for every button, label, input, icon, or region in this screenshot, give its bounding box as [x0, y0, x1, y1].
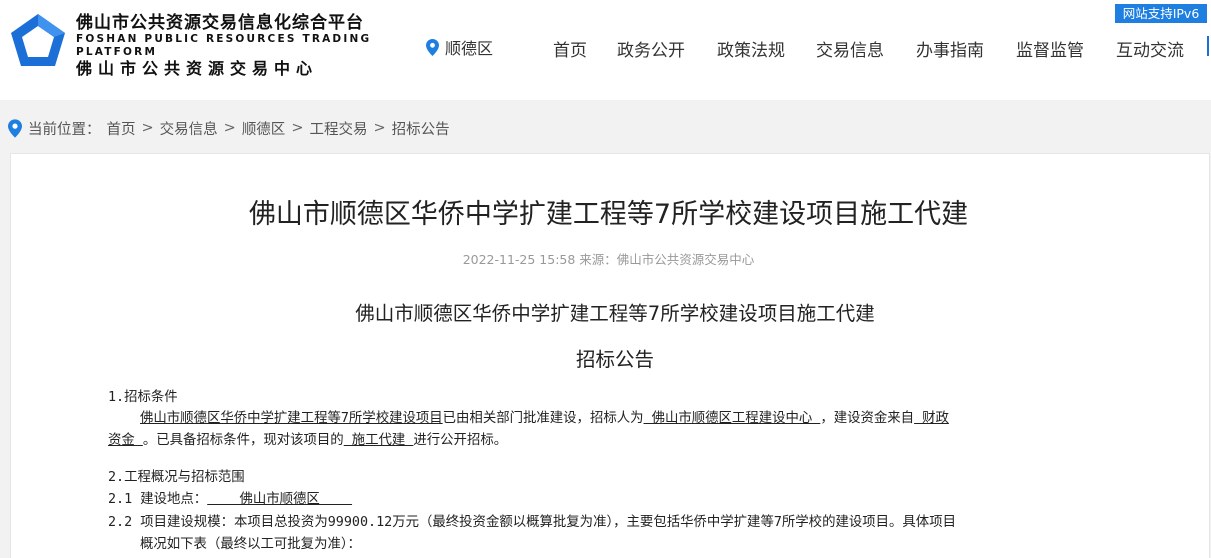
- location-label: 顺德区: [445, 39, 494, 58]
- location-selector[interactable]: 顺德区: [426, 37, 494, 58]
- section2-heading: 2.工程概况与招标范围: [108, 470, 245, 485]
- breadcrumb-home[interactable]: 首页: [107, 118, 136, 139]
- breadcrumb: 当前位置： 首页 > 交易信息 > 顺德区 > 工程交易 > 招标公告: [8, 117, 450, 139]
- text: ，建设资金来自: [820, 411, 915, 426]
- breadcrumb-separator: >: [291, 120, 304, 136]
- breadcrumb-separator: >: [373, 120, 386, 136]
- platform-logo-icon[interactable]: [8, 12, 68, 70]
- logo-subtitle-cn: 佛山市公共资源交易中心: [76, 59, 319, 78]
- content-title: 佛山市顺德区华侨中学扩建工程等7所学校建设项目施工代建: [355, 302, 875, 325]
- nav-policy[interactable]: 政策法规: [717, 36, 785, 61]
- breadcrumb-separator: >: [223, 120, 236, 136]
- logo-title-en: FOSHAN PUBLIC RESOURCES TRADING PLATFORM: [76, 33, 372, 58]
- breadcrumb-shunde[interactable]: 顺德区: [242, 118, 286, 139]
- tenderer-name: 佛山市顺德区工程建设中心: [643, 411, 821, 426]
- section21-line: 2.1 建设地点： 佛山市顺德区: [108, 489, 352, 511]
- breadcrumb-separator: >: [141, 120, 154, 136]
- section22-line1: 2.2 项目建设规模：本项目总投资为99900.12万元（最终投资金额以概算批复…: [108, 515, 956, 530]
- site-header: 佛山市公共资源交易信息化综合平台 FOSHAN PUBLIC RESOURCES…: [0, 0, 1211, 100]
- content-subtitle: 招标公告: [575, 348, 654, 371]
- nav-home[interactable]: 首页: [553, 36, 587, 61]
- text: 已由相关部门批准建设，招标人为: [442, 411, 644, 426]
- nav-trading-info[interactable]: 交易信息: [816, 36, 884, 61]
- text: 进行公开招标。: [413, 433, 508, 448]
- fund-source: 财政: [914, 411, 949, 426]
- logo-text[interactable]: 佛山市公共资源交易信息化综合平台 FOSHAN PUBLIC RESOURCES…: [76, 13, 406, 79]
- section1-heading: 1.招标条件: [108, 390, 178, 405]
- section22-line2: 概况如下表（最终以工可批复为准）：: [140, 537, 361, 552]
- text: 。已具备招标条件，现对该项目的: [142, 433, 344, 448]
- location-value: 佛山市顺德区: [207, 492, 353, 507]
- section1-line2: 资金 。已具备招标条件，现对该项目的 施工代建 进行公开招标。: [108, 430, 507, 452]
- nav-gov-affairs[interactable]: 政务公开: [617, 36, 685, 61]
- breadcrumb-tender-notice[interactable]: 招标公告: [392, 118, 450, 139]
- article-meta: 2022-11-25 15:58 来源：佛山市公共资源交易中心: [462, 252, 755, 267]
- tender-content: 施工代建: [343, 433, 414, 448]
- article-title: 佛山市顺德区华侨中学扩建工程等7所学校建设项目施工代建: [248, 199, 969, 230]
- breadcrumb-engineering[interactable]: 工程交易: [309, 118, 367, 139]
- breadcrumb-prefix: 当前位置：: [28, 121, 101, 138]
- nav-divider: [1207, 36, 1209, 56]
- project-name: 佛山市顺德区华侨中学扩建工程等7所学校建设项目: [140, 411, 443, 426]
- fund-source-cont: 资金: [108, 433, 143, 448]
- nav-interaction[interactable]: 互动交流: [1116, 36, 1184, 61]
- nav-guide[interactable]: 办事指南: [916, 36, 984, 61]
- breadcrumb-trading-info[interactable]: 交易信息: [160, 118, 218, 139]
- location-pin-icon: [8, 118, 22, 138]
- nav-supervision[interactable]: 监督监管: [1016, 36, 1084, 61]
- location-label: 2.1 建设地点：: [108, 492, 208, 507]
- location-pin-icon: [426, 38, 439, 56]
- section1-line1: 佛山市顺德区华侨中学扩建工程等7所学校建设项目已由相关部门批准建设，招标人为 佛…: [140, 408, 949, 430]
- logo-title-cn: 佛山市公共资源交易信息化综合平台: [76, 13, 364, 33]
- ipv6-badge: 网站支持IPv6: [1115, 4, 1207, 23]
